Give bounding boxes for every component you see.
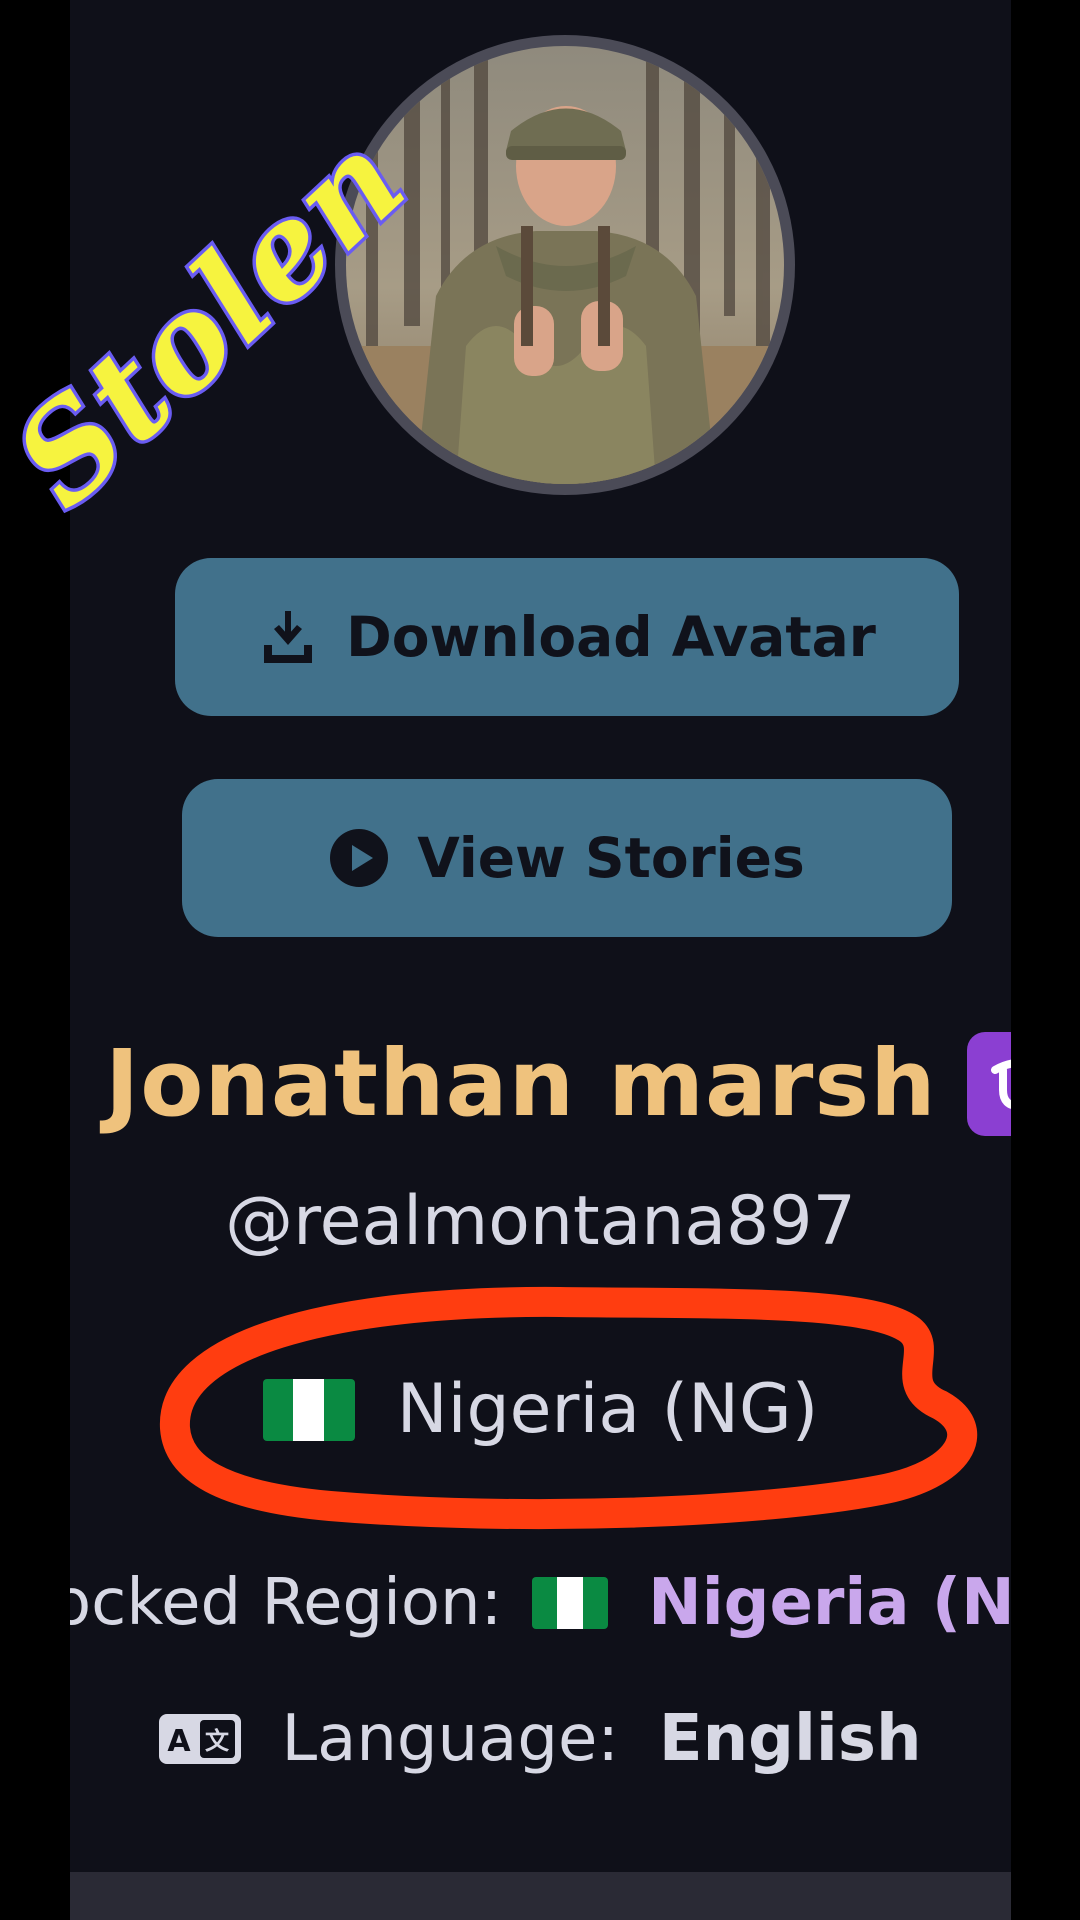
- screen: Download Avatar View Stories Jonathan ma…: [0, 0, 1080, 1920]
